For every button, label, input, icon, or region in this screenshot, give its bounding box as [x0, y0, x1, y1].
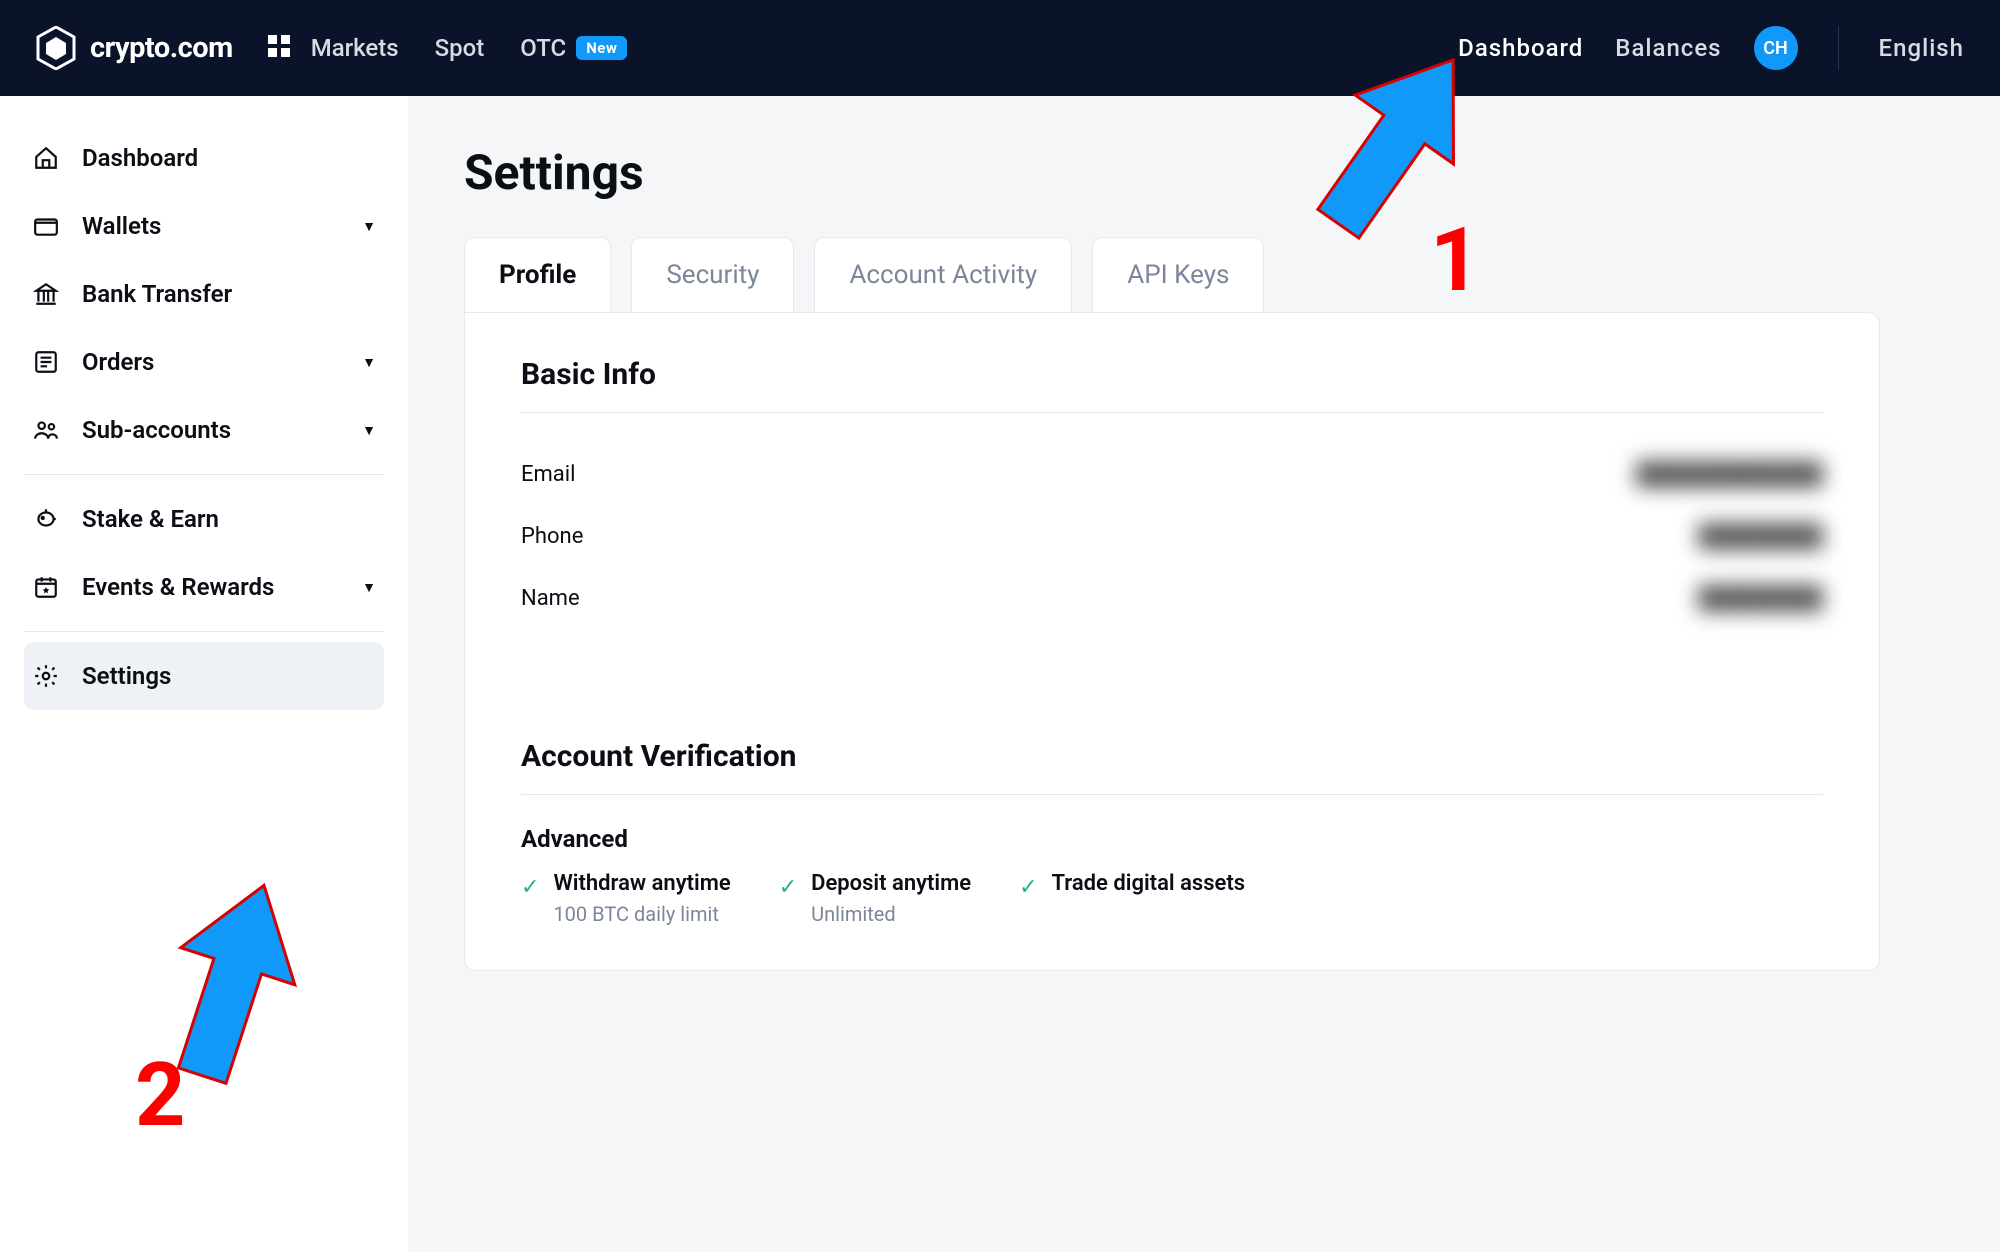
- sidebar-item-events-rewards[interactable]: Events & Rewards ▼: [24, 553, 384, 621]
- new-badge: New: [576, 36, 627, 60]
- feature-deposit: ✓ Deposit anytime Unlimited: [779, 871, 971, 926]
- sidebar-divider: [24, 631, 384, 632]
- nav-otc[interactable]: OTC New: [520, 34, 627, 62]
- nav-otc-label: OTC: [520, 34, 566, 62]
- wallet-icon: [32, 212, 60, 240]
- sidebar-item-label: Stake & Earn: [82, 505, 219, 533]
- apps-grid-icon[interactable]: [267, 34, 291, 62]
- sidebar-item-wallets[interactable]: Wallets ▼: [24, 192, 384, 260]
- check-icon: ✓: [1019, 875, 1037, 926]
- phone-label: Phone: [521, 524, 583, 549]
- sidebar-item-sub-accounts[interactable]: Sub-accounts ▼: [24, 396, 384, 464]
- sidebar-item-label: Bank Transfer: [82, 280, 232, 308]
- row-name: Name ████████: [521, 567, 1823, 629]
- sidebar-item-label: Orders: [82, 348, 154, 376]
- brand[interactable]: crypto.com: [36, 26, 233, 70]
- nav-dashboard[interactable]: Dashboard: [1458, 34, 1583, 62]
- name-value: ████████: [1698, 585, 1823, 611]
- feature-label: Withdraw anytime: [553, 871, 730, 896]
- sidebar-item-label: Dashboard: [82, 144, 198, 172]
- verification-features: ✓ Withdraw anytime 100 BTC daily limit ✓…: [521, 871, 1823, 926]
- row-email: Email ████████████: [521, 443, 1823, 505]
- email-value: ████████████: [1636, 461, 1823, 487]
- nav-balances[interactable]: Balances: [1615, 34, 1721, 62]
- divider: [1838, 26, 1839, 70]
- tab-security[interactable]: Security: [631, 237, 794, 312]
- name-label: Name: [521, 586, 580, 611]
- chevron-down-icon: ▼: [362, 218, 376, 235]
- language-selector[interactable]: English: [1879, 34, 1964, 62]
- divider: [521, 794, 1823, 795]
- sidebar-item-dashboard[interactable]: Dashboard: [24, 124, 384, 192]
- verification-title: Account Verification: [521, 739, 1823, 774]
- avatar[interactable]: CH: [1754, 26, 1798, 70]
- feature-trade: ✓ Trade digital assets: [1019, 871, 1245, 926]
- verification-level: Advanced: [521, 825, 1823, 853]
- top-nav: crypto.com Markets Spot OTC New Dashboar…: [0, 0, 2000, 96]
- chevron-down-icon: ▼: [362, 354, 376, 371]
- sidebar-divider: [24, 474, 384, 475]
- tab-account-activity[interactable]: Account Activity: [814, 237, 1072, 312]
- divider: [521, 412, 1823, 413]
- topnav-right: Dashboard Balances CH English: [1458, 26, 1964, 70]
- sidebar-item-label: Events & Rewards: [82, 573, 274, 601]
- feature-withdraw: ✓ Withdraw anytime 100 BTC daily limit: [521, 871, 731, 926]
- feature-label: Trade digital assets: [1052, 871, 1246, 896]
- piggy-icon: [32, 505, 60, 533]
- content-area: Settings Profile Security Account Activi…: [408, 96, 2000, 1252]
- home-icon: [32, 144, 60, 172]
- brand-name: crypto.com: [90, 31, 233, 65]
- gear-icon: [32, 662, 60, 690]
- page-title: Settings: [464, 144, 1944, 201]
- sidebar-item-label: Settings: [82, 662, 171, 690]
- profile-card: Basic Info Email ████████████ Phone ████…: [464, 312, 1880, 971]
- tab-api-keys[interactable]: API Keys: [1092, 237, 1264, 312]
- nav-spot[interactable]: Spot: [435, 34, 485, 62]
- sidebar-item-orders[interactable]: Orders ▼: [24, 328, 384, 396]
- chevron-down-icon: ▼: [362, 422, 376, 439]
- subaccounts-icon: [32, 416, 60, 444]
- sidebar: Dashboard Wallets ▼ Bank Transfer Orders…: [0, 96, 408, 1252]
- basic-info-title: Basic Info: [521, 357, 1823, 392]
- topnav-left: Markets Spot OTC New: [311, 34, 628, 62]
- settings-tabs: Profile Security Account Activity API Ke…: [464, 237, 1944, 312]
- feature-label: Deposit anytime: [811, 871, 971, 896]
- sidebar-item-label: Wallets: [82, 212, 161, 240]
- sidebar-item-bank-transfer[interactable]: Bank Transfer: [24, 260, 384, 328]
- bank-icon: [32, 280, 60, 308]
- phone-value: ████████: [1698, 523, 1823, 549]
- feature-sub: Unlimited: [811, 902, 971, 926]
- tab-profile[interactable]: Profile: [464, 237, 611, 312]
- email-label: Email: [521, 462, 575, 487]
- calendar-icon: [32, 573, 60, 601]
- chevron-down-icon: ▼: [362, 579, 376, 596]
- sidebar-item-settings[interactable]: Settings: [24, 642, 384, 710]
- orders-icon: [32, 348, 60, 376]
- check-icon: ✓: [779, 875, 797, 926]
- check-icon: ✓: [521, 875, 539, 926]
- row-phone: Phone ████████: [521, 505, 1823, 567]
- feature-sub: 100 BTC daily limit: [553, 902, 730, 926]
- nav-markets[interactable]: Markets: [311, 34, 399, 62]
- sidebar-item-stake-earn[interactable]: Stake & Earn: [24, 485, 384, 553]
- brand-logo-icon: [36, 26, 76, 70]
- sidebar-item-label: Sub-accounts: [82, 416, 231, 444]
